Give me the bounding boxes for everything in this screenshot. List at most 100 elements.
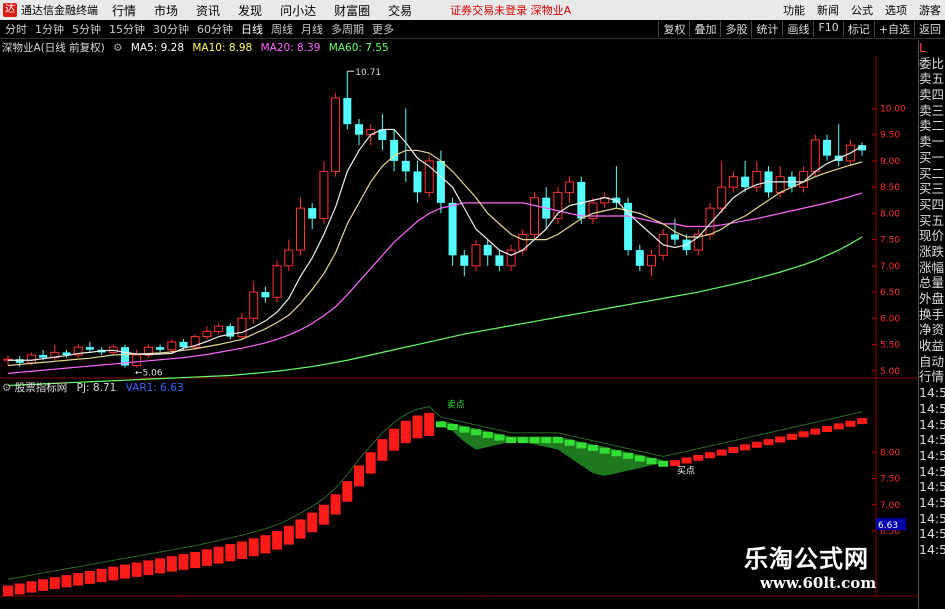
period-tab-6[interactable]: 日线 [241,23,263,36]
sub-green-bar [541,437,552,444]
trade-alert[interactable]: 证券交易未登录 深物业A [450,2,571,18]
price-tick-label: 7.50 [880,236,900,246]
menu-item-5[interactable]: 财富圈 [334,4,370,18]
sidebar-item-30[interactable]: 14:50 [919,511,945,527]
tool-button-3[interactable]: 统计 [751,21,782,37]
period-tab-1[interactable]: 1分钟 [35,23,64,36]
price-tick-label: 8.50 [880,183,900,193]
sidebar-item-18[interactable]: 净资 [919,322,945,338]
tool-button-7[interactable]: +自选 [873,21,914,37]
tool-button-5[interactable]: F10 [813,21,842,37]
title-right-item-4[interactable]: 游客 [919,2,941,18]
tool-button-1[interactable]: 叠加 [689,21,720,37]
sell-point-label: 卖点 [447,400,465,411]
candle [810,134,820,177]
tool-button-4[interactable]: 画线 [782,21,813,37]
candle [202,326,212,340]
period-tab-2[interactable]: 5分钟 [72,23,101,36]
candle [296,197,305,256]
period-tab-7[interactable]: 周线 [271,23,293,36]
sidebar-item-23[interactable]: 14:50 [919,401,945,417]
sidebar-item-11[interactable]: 买五 [919,213,945,229]
sidebar-item-27[interactable]: 14:50 [919,464,945,480]
tool-button-2[interactable]: 多股 [720,21,751,37]
title-right-item-0[interactable]: 功能 [783,2,805,18]
settings-icon[interactable]: ⚙ [2,382,11,394]
sidebar-item-19[interactable]: 收益 [919,338,945,354]
sub-green-bar [506,437,517,444]
sidebar-item-28[interactable]: 14:50 [919,479,945,495]
sidebar-item-22[interactable]: 14:50 [919,385,945,401]
sidebar-item-13[interactable]: 涨跌 [919,244,945,260]
ma20-value: MA20: 8.39 [260,42,321,54]
sidebar-item-25[interactable]: 14:50 [919,432,945,448]
settings-icon[interactable]: ⚙ [113,42,122,54]
menu-item-4[interactable]: 问小达 [280,4,316,18]
period-tab-3[interactable]: 15分钟 [109,23,145,36]
candle [436,150,445,214]
sub-green-bar [588,445,598,451]
sidebar-item-15[interactable]: 总量 [919,275,945,291]
candle [132,349,142,368]
candle [261,286,270,303]
sidebar-item-10[interactable]: 买四 [919,197,945,213]
tool-button-6[interactable]: 标记 [842,21,874,37]
sub-green-bar [435,421,446,428]
sidebar-item-12[interactable]: 现价 [919,228,945,244]
sub-red-bar [377,439,388,461]
tool-button-8[interactable]: 返回 [914,21,945,37]
sidebar-item-14[interactable]: 涨幅 [919,260,945,276]
price-chart[interactable]: 10.00 9.50 9.00 8.50 8.00 7.50 7.00 6.50 6.00 5.5… [0,56,918,597]
sidebar-item-21[interactable]: 行情 [919,369,945,385]
period-tab-9[interactable]: 多周期 [331,23,364,36]
menu-item-6[interactable]: 交易 [388,4,412,18]
sidebar-item-31[interactable]: 14:50 [919,526,945,542]
candle [190,334,200,350]
sidebar-item-6[interactable]: 卖一 [919,134,945,150]
period-tab-5[interactable]: 60分钟 [197,23,233,36]
main-menu: 行情 市场 资讯 发现 问小达 财富圈 交易 [112,2,430,19]
title-right-item-3[interactable]: 选项 [885,2,907,18]
sidebar-item-5[interactable]: 卖二 [919,118,945,134]
tool-button-0[interactable]: 复权 [658,21,689,37]
sidebar-item-3[interactable]: 卖四 [919,87,945,103]
candle [588,197,598,224]
sidebar-item-0[interactable]: L [919,40,945,56]
sidebar-item-17[interactable]: 换手 [919,307,945,323]
price-tick-label: 6.50 [880,288,900,298]
period-tab-4[interactable]: 30分钟 [153,23,189,36]
sidebar-item-2[interactable]: 卖五 [919,71,945,87]
sidebar-item-16[interactable]: 外盘 [919,291,945,307]
indicator-name[interactable]: 股票指标网 [15,382,68,394]
sidebar-item-20[interactable]: 自动 [919,354,945,370]
sidebar-item-32[interactable]: 14:50 [919,542,945,558]
sub-red-bar [38,579,49,591]
title-right-item-2[interactable]: 公式 [851,2,873,18]
title-right-item-1[interactable]: 新闻 [817,2,839,18]
candle [448,197,457,266]
menu-item-1[interactable]: 市场 [154,4,178,18]
sidebar-item-9[interactable]: 买三 [919,181,945,197]
sidebar-item-7[interactable]: 买一 [919,150,945,166]
ma20-line [7,192,863,374]
period-tab-0[interactable]: 分时 [5,23,27,36]
candle [85,341,94,353]
sub-red-bar [96,568,107,583]
menu-item-0[interactable]: 行情 [112,4,136,18]
sidebar-item-26[interactable]: 14:50 [919,448,945,464]
sidebar-item-24[interactable]: 14:50 [919,417,945,433]
sidebar-item-29[interactable]: 14:50 [919,495,945,511]
period-tab-8[interactable]: 月线 [301,23,323,36]
sidebar-item-1[interactable]: 委比 [919,56,945,72]
period-tab-10[interactable]: 更多 [372,23,394,36]
sidebar-item-8[interactable]: 买二 [919,166,945,182]
menu-item-3[interactable]: 发现 [238,4,262,18]
ma5-line [8,128,863,361]
menu-item-2[interactable]: 资讯 [196,4,220,18]
sub-red-bar [84,570,95,584]
sidebar-item-4[interactable]: 卖三 [919,103,945,119]
sub-green-bar [482,431,493,438]
candle [741,160,750,193]
candle [343,71,352,130]
stock-title[interactable]: 深物业A(日线 前复权) [2,42,105,54]
